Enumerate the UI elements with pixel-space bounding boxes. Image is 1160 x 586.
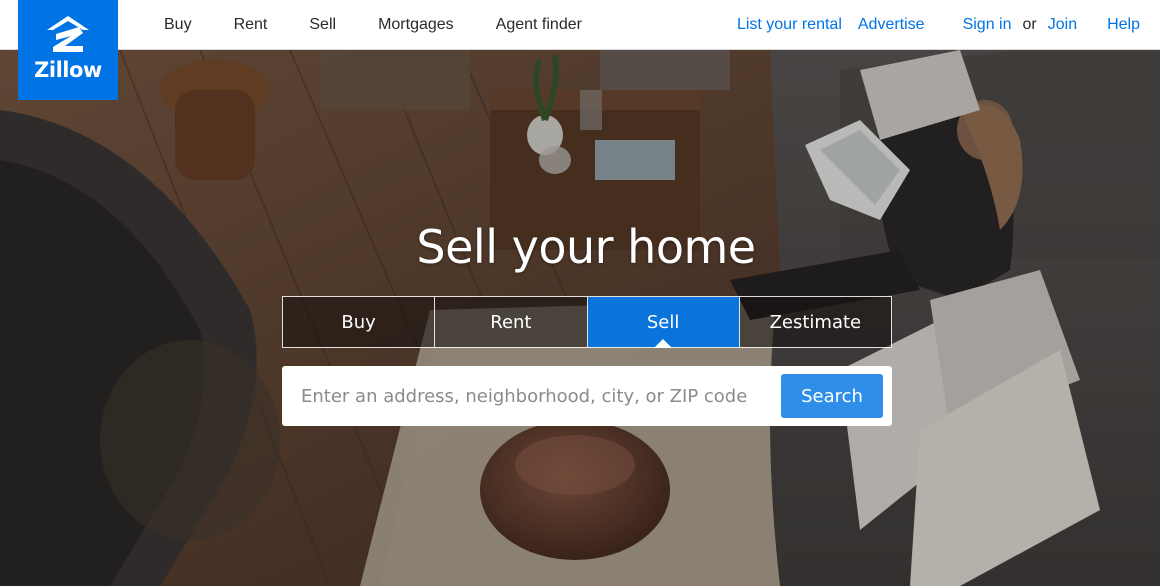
hero-title: Sell your home xyxy=(416,220,756,274)
nav-advertise[interactable]: Advertise xyxy=(858,16,925,34)
nav-help[interactable]: Help xyxy=(1107,16,1140,34)
nav-mortgages[interactable]: Mortgages xyxy=(378,16,454,34)
search-box: Search xyxy=(282,366,892,426)
nav-join[interactable]: Join xyxy=(1048,16,1077,34)
search-mode-tabs: Buy Rent Sell Zestimate xyxy=(282,296,892,348)
tab-sell[interactable]: Sell xyxy=(587,297,740,348)
search-button[interactable]: Search xyxy=(781,374,883,418)
nav-agent-finder[interactable]: Agent finder xyxy=(496,16,582,34)
top-navigation-bar: Zillow Buy Rent Sell Mortgages Agent fin… xyxy=(0,0,1160,100)
nav-list-your-rental[interactable]: List your rental xyxy=(737,16,842,34)
nav-sign-in[interactable]: Sign in xyxy=(963,16,1012,34)
address-search-input[interactable] xyxy=(301,385,771,407)
nav-rent[interactable]: Rent xyxy=(234,16,268,34)
tab-buy[interactable]: Buy xyxy=(283,297,436,347)
tab-rent[interactable]: Rent xyxy=(435,297,588,347)
logo-text: Zillow xyxy=(34,58,102,82)
zillow-z-house-icon xyxy=(47,16,89,52)
zillow-logo[interactable]: Zillow xyxy=(18,0,118,100)
nav-buy[interactable]: Buy xyxy=(164,16,192,34)
tab-zestimate[interactable]: Zestimate xyxy=(739,297,891,347)
or-separator: or xyxy=(1022,16,1037,33)
secondary-nav: List your rental Advertise Sign in or Jo… xyxy=(737,0,1140,50)
nav-sell[interactable]: Sell xyxy=(309,16,336,34)
primary-nav: Buy Rent Sell Mortgages Agent finder xyxy=(164,0,624,50)
